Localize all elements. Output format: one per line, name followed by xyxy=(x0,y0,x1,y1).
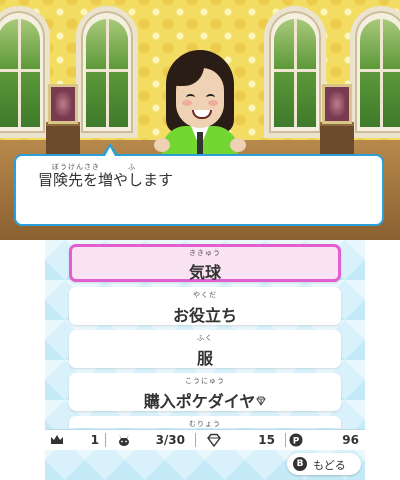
arched-window xyxy=(0,6,50,138)
status-bar: 1 3/30 15 P 96 xyxy=(45,429,365,450)
menu-item-free[interactable]: むりょう xyxy=(69,416,341,428)
coin-count: 96 xyxy=(342,433,359,447)
p-coin-icon: P xyxy=(289,433,303,447)
pikachu-icon xyxy=(119,434,129,446)
menu-item-balloon[interactable]: ききゅう 気球 xyxy=(69,244,341,282)
bottom-screen: ききゅう 気球 やくだ お役立ち ふく 服 こうにゅう 購入ポケダイヤ むりょう… xyxy=(45,240,365,480)
pokemon-count: 3/30 xyxy=(155,433,185,447)
back-button[interactable]: B もどる xyxy=(287,453,361,475)
side-table xyxy=(320,122,354,154)
menu-item-label: お役立ち xyxy=(172,306,237,325)
back-button-label: もどる xyxy=(313,459,346,472)
wall-painting xyxy=(322,84,352,124)
arched-window xyxy=(76,6,138,138)
speech-bubble: ぼうけんさき ふ 冒険先を増やします xyxy=(14,154,384,226)
menu-item-label-row: 購入ポケダイヤ xyxy=(69,388,341,412)
menu-item-label: 服 xyxy=(196,349,213,368)
b-button-icon: B xyxy=(293,457,307,471)
diamond-icon xyxy=(207,433,221,447)
diamond-icon xyxy=(256,396,266,406)
diamond-count: 15 xyxy=(258,433,275,447)
speech-text: 冒険先を増やします xyxy=(38,171,174,189)
menu-item-ruby: やくだ xyxy=(193,291,217,299)
menu-item-ruby: むりょう xyxy=(189,420,221,428)
menu-item-clothes[interactable]: ふく 服 xyxy=(69,330,341,368)
crown-count: 1 xyxy=(90,433,99,447)
arched-window xyxy=(264,6,326,138)
menu-item-ruby: ふく xyxy=(197,334,213,342)
top-screen: ぼうけんさき ふ 冒険先を増やします xyxy=(0,0,400,240)
menu-item-ruby: こうにゅう xyxy=(185,377,225,385)
mii-character xyxy=(150,38,250,176)
menu-item-label: 購入ポケダイヤ xyxy=(143,392,256,411)
side-table xyxy=(46,122,80,154)
menu-item-ruby: ききゅう xyxy=(189,249,221,257)
menu-item-useful[interactable]: やくだ お役立ち xyxy=(69,287,341,325)
menu-item-buy-diamonds[interactable]: こうにゅう 購入ポケダイヤ xyxy=(69,373,341,411)
speech-ruby: ふ xyxy=(128,163,136,171)
arched-window xyxy=(350,6,400,138)
wall-painting xyxy=(48,84,78,124)
crown-icon xyxy=(51,435,63,444)
shop-menu-list: ききゅう 気球 やくだ お役立ち ふく 服 こうにゅう 購入ポケダイヤ むりょう xyxy=(45,240,365,428)
speech-ruby: ぼうけんさき xyxy=(52,163,100,171)
svg-text:P: P xyxy=(293,437,300,447)
menu-item-label: 気球 xyxy=(188,263,221,282)
